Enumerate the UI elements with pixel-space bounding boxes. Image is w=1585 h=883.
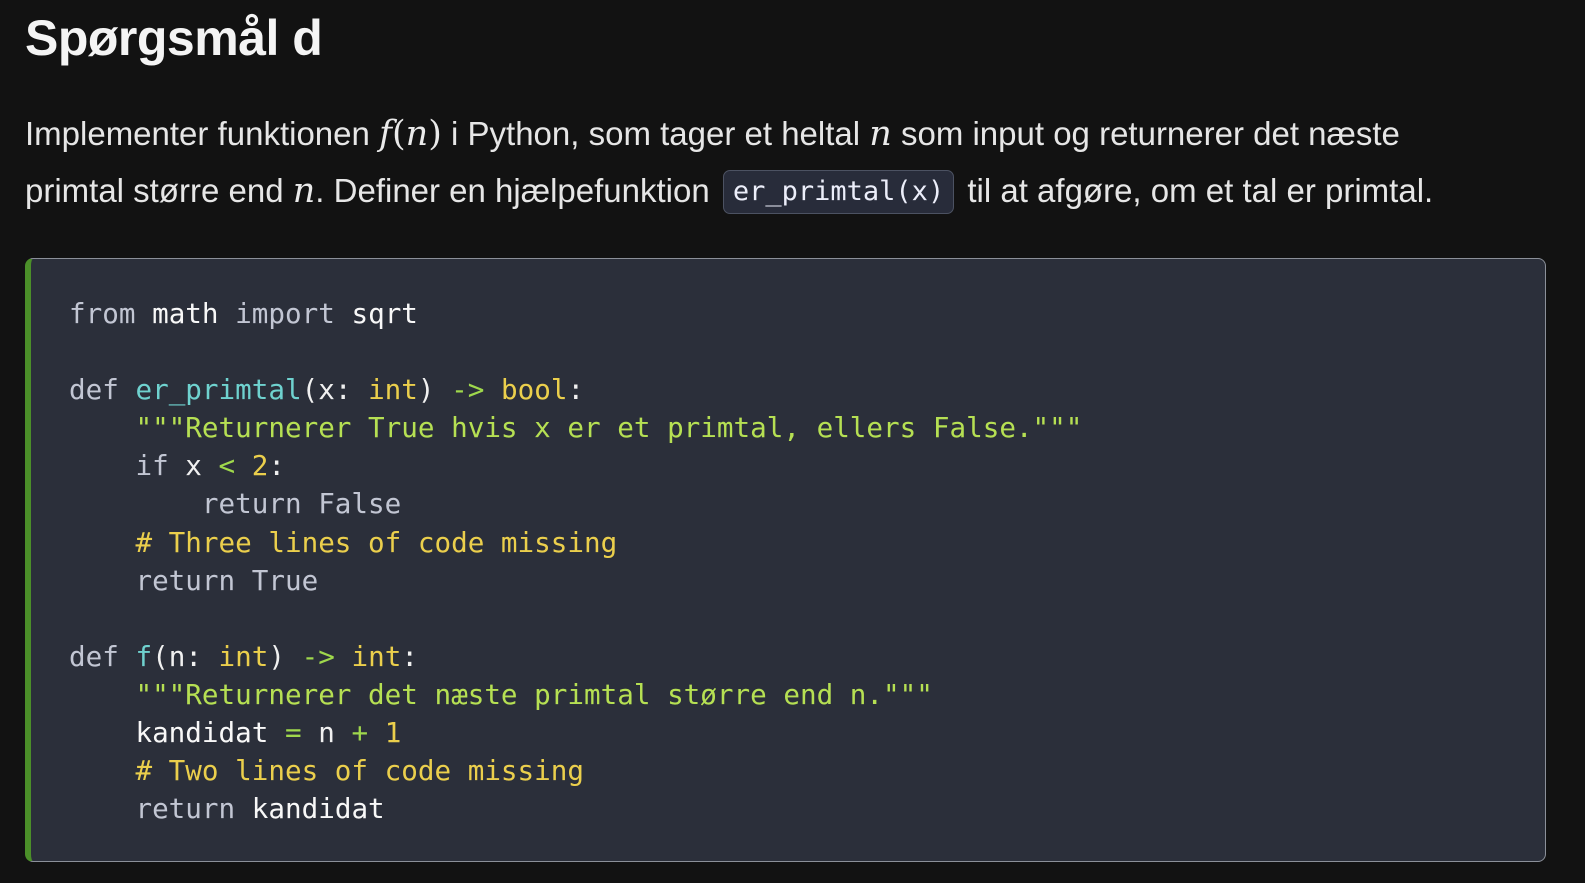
code-block[interactable]: from math import sqrt def er_primtal(x: i… xyxy=(25,258,1546,862)
code-token: sqrt xyxy=(351,297,418,330)
code-token: int xyxy=(351,639,402,673)
code-token: x xyxy=(168,449,219,483)
paragraph-text: . Definer en hjælpefunktion xyxy=(315,172,719,209)
code-token: return xyxy=(135,792,236,826)
code-line: def er_primtal(x: int) -> bool: xyxy=(69,371,1082,409)
paragraph-text: til at afgøre, om et tal er primtal. xyxy=(958,172,1434,209)
code-token: """Returnerer True hvis x er et primtal,… xyxy=(135,411,1083,445)
code-token: = xyxy=(284,716,302,750)
code-token: def xyxy=(69,639,119,673)
code-token: -> xyxy=(451,373,485,407)
code-token: (x: xyxy=(301,373,369,407)
math-n: n xyxy=(405,114,429,154)
inline-code-er-primtal: er_primtal(x) xyxy=(722,170,955,214)
code-token: int xyxy=(368,373,418,407)
code-token: (n: xyxy=(152,639,219,673)
question-paragraph: Implementer funktionen f(n) i Python, so… xyxy=(25,105,1570,219)
code-token: : xyxy=(567,373,585,407)
code-token: return False xyxy=(201,487,402,521)
code-line: def f(n: int) -> int: xyxy=(69,638,1082,676)
paragraph-text: primtal større end xyxy=(25,172,293,209)
code-token: from xyxy=(69,297,136,330)
code-line: if x < 2: xyxy=(69,447,1082,485)
code-line: # Three lines of code missing xyxy=(69,524,1082,562)
page: Spørgsmål d Implementer funktionen f(n) … xyxy=(0,0,1585,883)
paragraph-line-1: Implementer funktionen f(n) i Python, so… xyxy=(25,105,1570,162)
code-token: 1 xyxy=(384,716,402,750)
code-token: < xyxy=(218,449,236,483)
code-token: er_primtal xyxy=(135,373,302,407)
paragraph-line-2: primtal større end n. Definer en hjælpef… xyxy=(25,162,1570,219)
code-token: int xyxy=(218,639,269,673)
code-token: + xyxy=(351,716,369,750)
code-token: kandidat xyxy=(135,716,269,750)
code-listing[interactable]: from math import sqrt def er_primtal(x: i… xyxy=(69,295,1082,828)
paragraph-text: i Python, som tager et heltal xyxy=(441,115,870,152)
code-token: def xyxy=(69,373,119,407)
paragraph-text: som input og returnerer det næste xyxy=(891,115,1400,152)
code-line: return kandidat xyxy=(69,790,1082,828)
code-line: from math import sqrt xyxy=(69,295,1082,333)
code-token: ) xyxy=(268,639,302,673)
code-token: : xyxy=(268,449,286,483)
code-line: return True xyxy=(69,562,1082,600)
math-function-f: f(n) xyxy=(379,114,442,154)
code-token: : xyxy=(401,639,418,673)
code-token: bool xyxy=(501,373,568,407)
code-token: -> xyxy=(301,639,335,673)
math-n: n xyxy=(869,114,892,154)
code-line: """Returnerer True hvis x er et primtal,… xyxy=(69,409,1082,447)
code-token: n xyxy=(301,716,352,750)
code-token: ) xyxy=(417,373,452,407)
code-token: """Returnerer det næste primtal større e… xyxy=(135,677,933,711)
code-token: return True xyxy=(135,563,319,597)
code-token: f xyxy=(135,639,153,673)
math-paren-open: ( xyxy=(392,114,406,154)
code-line: kandidat = n + 1 xyxy=(69,714,1082,752)
math-paren-close: ) xyxy=(428,114,442,154)
math-f: f xyxy=(379,114,392,154)
code-line: """Returnerer det næste primtal større e… xyxy=(69,676,1082,714)
code-token: if xyxy=(135,449,169,483)
code-line: return False xyxy=(69,485,1082,523)
page-title: Spørgsmål d xyxy=(25,10,323,66)
code-token: # Three lines of code missing xyxy=(135,525,618,559)
code-line: # Two lines of code missing xyxy=(69,752,1082,790)
code-token: kandidat xyxy=(251,792,385,826)
code-token: import xyxy=(235,297,335,330)
code-token: math xyxy=(152,297,219,330)
math-n: n xyxy=(292,171,316,211)
code-token: # Two lines of code missing xyxy=(135,754,584,788)
paragraph-text: Implementer funktionen xyxy=(25,115,380,152)
code-token: 2 xyxy=(251,449,269,483)
